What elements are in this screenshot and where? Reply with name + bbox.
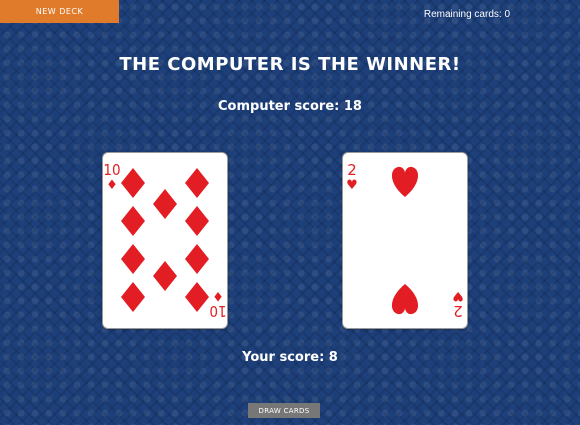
card-rank-top: 10: [103, 161, 120, 179]
new-deck-button[interactable]: NEW DECK: [0, 0, 119, 23]
card-rank-bottom: 2: [453, 302, 463, 320]
computer-score: Computer score: 18: [218, 99, 362, 114]
card-suit-top: ♦: [106, 178, 118, 193]
card-suit-bottom: ♥: [452, 288, 464, 303]
game-result-heading: THE COMPUTER IS THE WINNER!: [119, 54, 461, 75]
draw-cards-button[interactable]: DRAW CARDS: [248, 403, 320, 418]
ten-of-diamonds-face: 10 ♦ 10 ♦: [103, 161, 226, 320]
remaining-cards-indicator: Remaining cards: 0: [424, 9, 510, 20]
heart-pips: [391, 166, 419, 315]
two-of-hearts-face: 2 ♥ 2 ♥: [346, 161, 464, 320]
remaining-cards-label: Remaining cards:: [423, 9, 502, 20]
card-rank-top: 2: [347, 161, 357, 179]
player-card: 2 ♥ 2 ♥: [342, 152, 468, 329]
card-rank-bottom: 10: [209, 302, 226, 320]
card-suit-bottom: ♦: [212, 288, 224, 303]
player-score: Your score: 8: [242, 350, 338, 365]
remaining-cards-count: 0: [504, 9, 510, 20]
computer-card: 10 ♦ 10 ♦: [102, 152, 228, 329]
card-suit-top: ♥: [346, 178, 358, 193]
diamond-pips: [121, 168, 209, 312]
